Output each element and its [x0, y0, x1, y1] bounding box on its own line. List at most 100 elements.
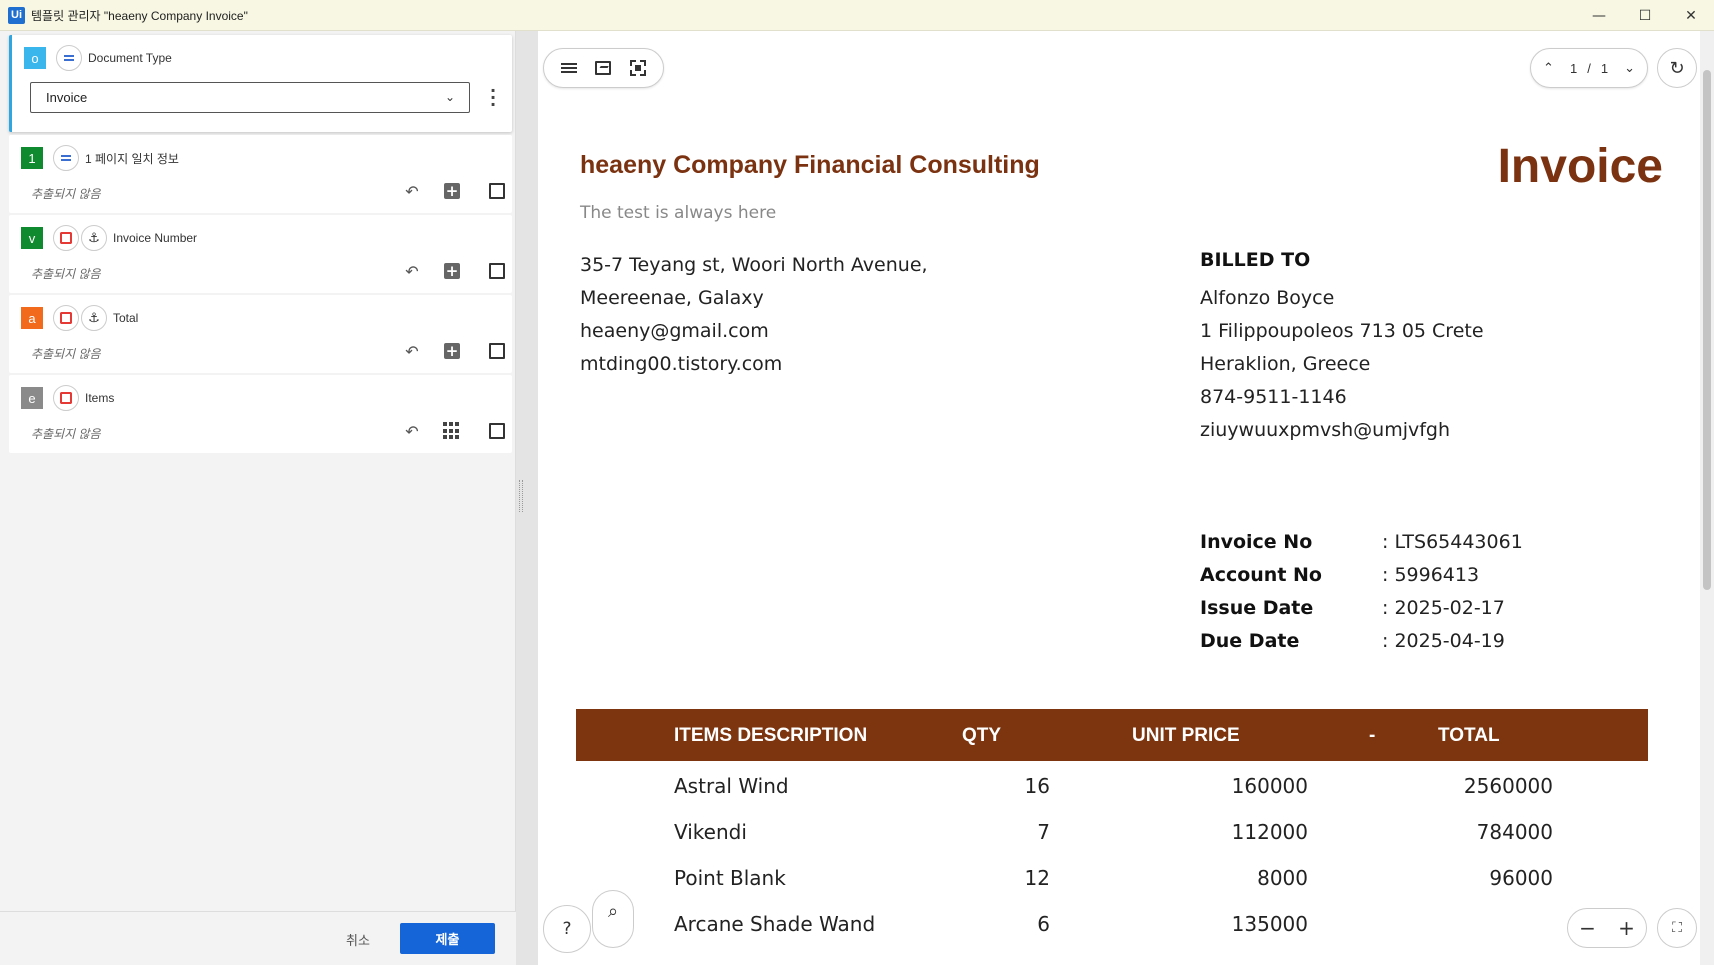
field-header: a ⚓ Total — [21, 305, 138, 331]
table-row: Astral Wind 16 160000 2560000 — [576, 764, 1648, 814]
checkbox[interactable] — [486, 340, 508, 362]
field-badge: a — [21, 307, 43, 329]
app-logo-icon: Ui — [8, 6, 25, 24]
field-badge: 1 — [21, 147, 43, 169]
lines-icon[interactable] — [56, 45, 82, 71]
undo-icon[interactable]: ↶ — [401, 420, 423, 442]
region-icon[interactable] — [53, 305, 79, 331]
table-row: Point Blank 12 8000 96000 — [576, 856, 1648, 906]
document-type-select[interactable]: Invoice ⌄ — [30, 82, 470, 113]
undo-icon[interactable]: ↶ — [401, 260, 423, 282]
company-name: heaeny Company Financial Consulting — [580, 151, 1040, 179]
field-card[interactable]: e Items 추출되지 않음 ↶ — [9, 375, 512, 453]
select-region-icon[interactable] — [626, 56, 650, 80]
cancel-button[interactable]: 취소 — [338, 925, 378, 954]
field-label: 1 페이지 일치 정보 — [85, 151, 179, 166]
document-type-value: Invoice — [46, 90, 88, 105]
item-description: Point Blank — [674, 866, 786, 890]
company-tagline: The test is always here — [580, 203, 777, 223]
item-unit-price: 112000 — [1231, 820, 1308, 844]
add-field-icon[interactable]: + — [441, 180, 463, 202]
page-navigator: ⌃ 1 / 1 ⌄ — [1530, 48, 1648, 88]
undo-icon[interactable]: ↶ — [401, 340, 423, 362]
field-label: Invoice Number — [113, 231, 198, 245]
header-total: TOTAL — [1438, 725, 1500, 746]
lines-icon[interactable] — [53, 145, 79, 171]
meta-value: : 2025-04-19 — [1382, 630, 1505, 652]
billed-to-heading: BILLED TO — [1200, 249, 1311, 271]
fullscreen-icon[interactable]: ⛶ — [1657, 908, 1697, 948]
window-controls: — ☐ ✕ — [1576, 0, 1714, 31]
meta-row: Due Date : 2025-04-19 — [1200, 625, 1523, 658]
field-card[interactable]: v ⚓ Invoice Number 추출되지 않음 ↶ + — [9, 215, 512, 293]
item-total: 784000 — [1476, 820, 1553, 844]
meta-row: Issue Date: 2025-02-17 — [1200, 592, 1523, 625]
extraction-status: 추출되지 않음 — [31, 347, 101, 361]
region-icon[interactable] — [53, 225, 79, 251]
zoom-out-icon[interactable]: − — [1579, 916, 1596, 940]
billed-line: Heraklion, Greece — [1200, 353, 1371, 375]
address-line: heaeny@gmail.com — [580, 320, 769, 342]
meta-key: Issue Date — [1200, 597, 1314, 619]
field-badge: e — [21, 387, 43, 409]
title-bar: Ui 템플릿 관리자 "heaeny Company Invoice" — ☐ … — [0, 0, 1714, 31]
document-type-header: o Document Type — [24, 45, 172, 71]
address-line: Meereenae, Galaxy — [580, 287, 764, 309]
maximize-button[interactable]: ☐ — [1622, 0, 1668, 31]
prev-page-icon[interactable]: ⌃ — [1543, 60, 1554, 76]
meta-value: : LTS65443061 — [1382, 531, 1523, 553]
table-row: Vikendi 7 112000 784000 — [576, 810, 1648, 860]
item-description: Vikendi — [674, 820, 747, 844]
help-button[interactable]: ? — [543, 905, 591, 953]
document-viewer: heaeny Company Financial Consulting The … — [538, 31, 1700, 965]
extraction-status: 추출되지 않음 — [31, 427, 101, 441]
field-label: Document Type — [88, 51, 172, 65]
image-icon[interactable] — [591, 56, 615, 80]
minimize-button[interactable]: — — [1576, 0, 1622, 31]
checkbox[interactable] — [486, 260, 508, 282]
next-page-icon[interactable]: ⌄ — [1624, 60, 1635, 76]
item-unit-price: 8000 — [1257, 866, 1308, 890]
meta-key: Account No — [1200, 564, 1322, 586]
items-table-header: ITEMS DESCRIPTION QTY UNIT PRICE - TOTAL — [576, 709, 1648, 761]
document-type-card[interactable]: o Document Type Invoice ⌄ · · · — [9, 35, 512, 132]
scrollbar-thumb[interactable] — [1703, 70, 1711, 590]
item-qty: 12 — [1024, 866, 1050, 890]
invoice-document: heaeny Company Financial Consulting The … — [538, 31, 1700, 965]
add-field-icon[interactable]: + — [441, 260, 463, 282]
add-field-icon[interactable]: + — [441, 340, 463, 362]
page-separator: / — [1587, 60, 1591, 76]
header-unit-price: UNIT PRICE — [1132, 725, 1240, 746]
extraction-status: 추출되지 않음 — [31, 267, 101, 281]
header-qty: QTY — [962, 725, 1002, 746]
field-panel: o Document Type Invoice ⌄ · · · 1 1 페이지 일치… — [0, 31, 516, 965]
field-label: Total — [113, 311, 139, 325]
sender-address: 35-7 Teyang st, Woori North Avenue, Meere… — [580, 249, 928, 381]
billed-line: ziuywuuxpmvsh@umjvfgh — [1200, 419, 1451, 441]
search-icon[interactable]: ⌕ — [592, 890, 634, 948]
meta-row: Invoice No: LTS65443061 — [1200, 526, 1523, 559]
menu-icon[interactable] — [557, 56, 581, 80]
more-options-icon[interactable]: · · · — [490, 83, 496, 113]
table-grid-icon[interactable] — [441, 420, 463, 442]
window-title: 템플릿 관리자 "heaeny Company Invoice" — [31, 8, 248, 23]
zoom-in-icon[interactable]: + — [1618, 916, 1635, 940]
bottom-action-bar: 취소 제출 — [0, 911, 516, 965]
field-badge: o — [24, 47, 46, 69]
page-total: 1 — [1600, 60, 1609, 76]
meta-key: Due Date — [1200, 630, 1300, 652]
field-card[interactable]: 1 1 페이지 일치 정보 추출되지 않음 ↶ + — [9, 135, 512, 213]
item-description: Astral Wind — [674, 774, 789, 798]
close-button[interactable]: ✕ — [1668, 0, 1714, 31]
table-row: Arcane Shade Wand 6 135000 — [576, 902, 1648, 952]
anchor-icon[interactable]: ⚓ — [81, 305, 107, 331]
submit-button[interactable]: 제출 — [400, 923, 495, 954]
field-card[interactable]: a ⚓ Total 추출되지 않음 ↶ + — [9, 295, 512, 373]
checkbox[interactable] — [486, 180, 508, 202]
region-icon[interactable] — [53, 385, 79, 411]
anchor-icon[interactable]: ⚓ — [81, 225, 107, 251]
rotate-icon[interactable]: ↻ — [1657, 48, 1697, 88]
undo-icon[interactable]: ↶ — [401, 180, 423, 202]
checkbox[interactable] — [486, 420, 508, 442]
splitter-grip-icon[interactable] — [519, 480, 523, 512]
